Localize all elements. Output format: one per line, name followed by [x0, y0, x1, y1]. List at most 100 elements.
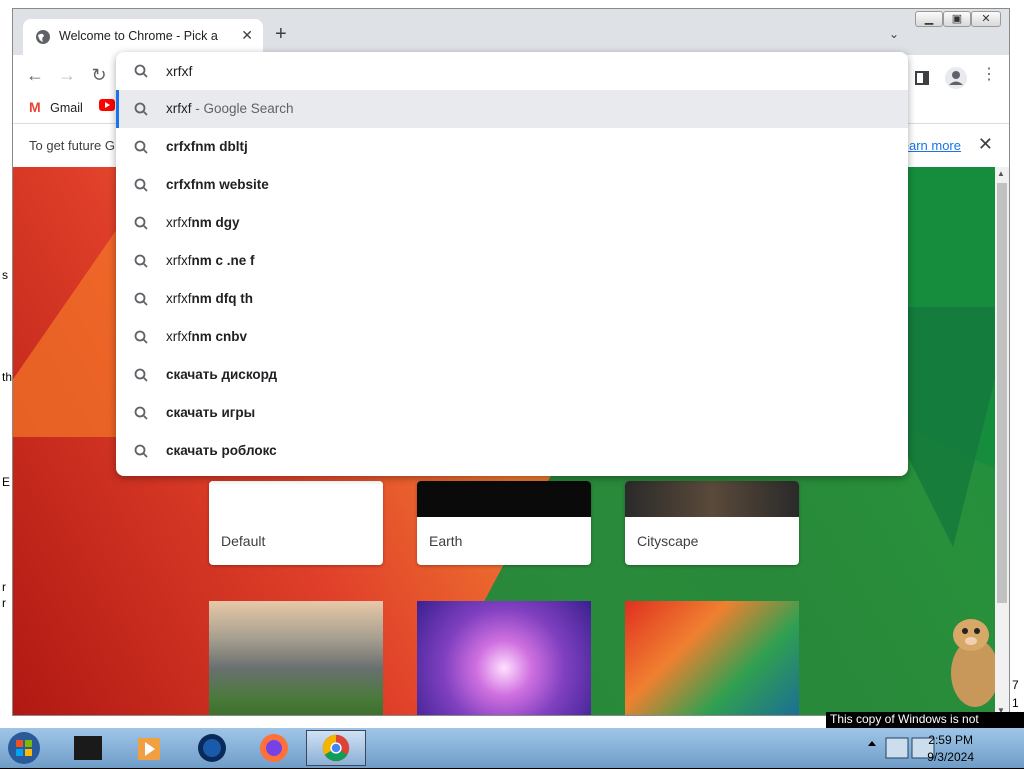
- omnibox-suggestion[interactable]: скачать дискорд: [116, 356, 908, 394]
- search-icon: [134, 444, 148, 458]
- search-icon: [134, 216, 148, 230]
- minimize-button[interactable]: ▁: [915, 11, 943, 27]
- omnibox-suggestion[interactable]: xrfxfnm c .ne f: [116, 242, 908, 280]
- chrome-icon[interactable]: [306, 730, 366, 766]
- suggestion-text: скачать дискорд: [166, 367, 277, 382]
- page-scrollbar[interactable]: ▲ ▼: [995, 167, 1009, 715]
- suggestion-completion: crfxfnm website: [166, 177, 269, 192]
- omnibox-suggestion[interactable]: xrfxfnm dgy: [116, 204, 908, 242]
- globe-app-icon[interactable]: [182, 730, 242, 766]
- start-orb-icon[interactable]: [4, 730, 48, 766]
- selection-indicator: [116, 90, 119, 128]
- search-icon: [134, 140, 148, 154]
- suggestion-completion: скачать игры: [166, 405, 256, 420]
- suggestion-completion: crfxfnm dbltj: [166, 139, 248, 154]
- desktop-edge-text: 1: [1012, 696, 1019, 710]
- media-player-icon[interactable]: [120, 730, 180, 766]
- search-icon: [134, 368, 148, 382]
- search-icon: [134, 330, 148, 344]
- scroll-up-icon[interactable]: ▲: [997, 169, 1005, 178]
- omnibox-suggestion[interactable]: xrfxfnm dfq th: [116, 280, 908, 318]
- omnibox-suggestion[interactable]: crfxfnm website: [116, 166, 908, 204]
- restore-button[interactable]: ▣: [943, 11, 971, 27]
- omnibox-dropdown: xrfxf - Google Search crfxfnm dbltj crfxfn…: [116, 52, 908, 476]
- omnibox-suggestion[interactable]: скачать роблокс: [116, 432, 908, 470]
- plus-icon[interactable]: +: [275, 24, 287, 44]
- suggestion-text: xrfxfnm dgy: [166, 215, 240, 230]
- omnibox-suggestion[interactable]: crfxfnm dbltj: [116, 128, 908, 166]
- bookmark-youtube[interactable]: [99, 99, 115, 114]
- reload-icon[interactable]: ↻: [87, 63, 111, 87]
- desktop-edge-text: s: [2, 268, 8, 282]
- suggestion-text: crfxfnm website: [166, 177, 269, 192]
- chevron-down-icon[interactable]: ⌄: [889, 27, 899, 41]
- suggestion-completion: nm c .ne f: [191, 253, 255, 268]
- bookmark-label: Gmail: [50, 101, 83, 115]
- hamster-sticker-icon: [951, 619, 997, 707]
- suggestion-typed-part: xrfxf: [166, 253, 192, 268]
- search-icon: [134, 178, 148, 192]
- background-tile-galaxy[interactable]: [417, 601, 591, 715]
- search-icon: [134, 292, 148, 306]
- scrollbar-thumb[interactable]: [997, 183, 1007, 603]
- desktop-edge-text: E: [2, 475, 11, 489]
- card-label: Default: [221, 533, 266, 549]
- tab-close-icon[interactable]: ✕: [241, 27, 253, 44]
- youtube-icon: [99, 99, 115, 111]
- omnibox-suggestion[interactable]: xrfxfnm cnbv: [116, 318, 908, 356]
- suggestion-completion: скачать роблокс: [166, 443, 277, 458]
- desktop-app-icon[interactable]: [58, 730, 118, 766]
- suggestion-text: crfxfnm dbltj: [166, 139, 248, 154]
- clock-date: 9/3/2024: [927, 750, 974, 764]
- card-label: Earth: [429, 533, 463, 549]
- suggestion-text: xrfxfnm dfq th: [166, 291, 253, 306]
- omnibox-suggestion[interactable]: скачать игры: [116, 394, 908, 432]
- globe-icon: [36, 30, 50, 44]
- info-bar-text: To get future G: [29, 138, 115, 153]
- forward-arrow-icon[interactable]: →: [55, 63, 79, 87]
- omnibox-suggestion[interactable]: xrfxf - Google Search: [116, 90, 908, 128]
- suggestion-text: скачать игры: [166, 405, 255, 420]
- address-bar-input[interactable]: [166, 60, 866, 82]
- tab-strip: Welcome to Chrome - Pick a background ✕ …: [13, 9, 1009, 55]
- search-icon: [134, 254, 148, 268]
- tray-expand-icon[interactable]: [866, 738, 878, 750]
- suggestion-text: xrfxf - Google Search: [166, 101, 294, 116]
- suggestion-text: скачать роблокс: [166, 443, 277, 458]
- background-tile-geometric[interactable]: [625, 601, 799, 715]
- kebab-menu-icon[interactable]: ⋮: [977, 63, 1001, 87]
- gmail-icon: M: [29, 99, 41, 115]
- back-arrow-icon[interactable]: ←: [23, 63, 47, 87]
- suggestion-completion: nm dgy: [191, 215, 240, 230]
- taskbar: 2:59 PM 9/3/2024: [0, 728, 1024, 768]
- background-card-cityscape[interactable]: Cityscape: [625, 481, 799, 565]
- desktop-edge-text: r: [2, 596, 6, 610]
- search-icon: [134, 64, 148, 78]
- close-icon[interactable]: ✕: [978, 134, 993, 155]
- background-tile-landscape[interactable]: [209, 601, 383, 715]
- suggestion-typed-part: xrfxf: [166, 101, 192, 116]
- suggestion-typed-part: xrfxf: [166, 215, 192, 230]
- suggestion-completion: nm dfq th: [191, 291, 253, 306]
- close-window-button[interactable]: ✕: [971, 11, 1001, 27]
- suggestion-subtitle: - Google Search: [191, 101, 294, 116]
- suggestion-completion: nm cnbv: [191, 329, 248, 344]
- desktop-edge-text: th: [2, 370, 13, 384]
- suggestion-text: xrfxfnm cnbv: [166, 329, 247, 344]
- bookmark-gmail[interactable]: M Gmail: [29, 99, 83, 115]
- firefox-icon[interactable]: [244, 730, 304, 766]
- profile-icon[interactable]: [945, 67, 967, 89]
- suggestion-typed-part: xrfxf: [166, 291, 192, 306]
- side-panel-icon[interactable]: [915, 71, 929, 85]
- clock-time: 2:59 PM: [928, 733, 973, 747]
- search-icon: [134, 406, 148, 420]
- card-thumbnail: [209, 481, 383, 517]
- background-card-default[interactable]: Default: [209, 481, 383, 565]
- card-label: Cityscape: [637, 533, 699, 549]
- suggestion-completion: скачать дискорд: [166, 367, 278, 382]
- taskbar-clock[interactable]: 2:59 PM 9/3/2024: [927, 732, 974, 766]
- suggestion-typed-part: xrfxf: [166, 329, 192, 344]
- tab-welcome[interactable]: Welcome to Chrome - Pick a background ✕: [23, 19, 263, 55]
- omnibox-row: [116, 52, 908, 90]
- background-card-earth[interactable]: Earth: [417, 481, 591, 565]
